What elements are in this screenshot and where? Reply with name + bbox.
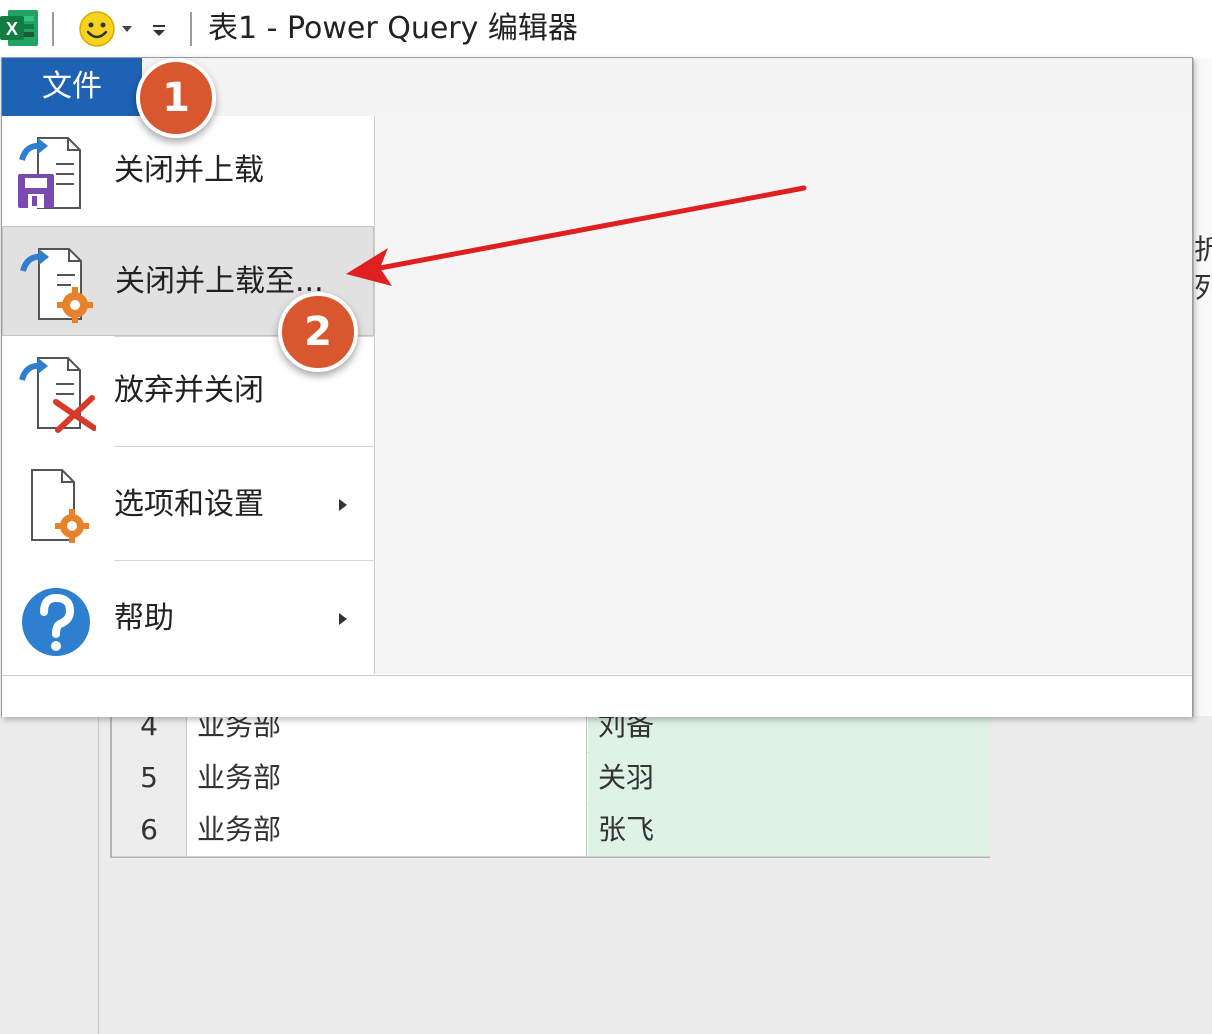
queries-pane-border [98, 716, 99, 1034]
table-cell-name[interactable]: 关羽 [588, 752, 990, 804]
chevron-right-icon [339, 613, 347, 625]
chevron-right-icon [339, 499, 347, 511]
menu-item-label: 放弃并关闭 [114, 373, 264, 408]
table-row[interactable]: 5 业务部 关羽 [112, 752, 990, 805]
menu-divider [114, 446, 374, 447]
table-cell-name[interactable]: 张飞 [588, 804, 990, 856]
discard-and-close-icon [19, 357, 96, 433]
file-menu: 文件 关闭并上载 关闭并上载至... 放弃并关闭 选项和设置 帮助 [1, 57, 1193, 717]
toolbar-separator [190, 12, 192, 46]
title-bar: X 表1 - Power Query 编辑器 [0, 0, 1212, 58]
file-menu-commands: 关闭并上载 关闭并上载至... 放弃并关闭 选项和设置 帮助 [2, 116, 375, 674]
options-settings-item[interactable]: 选项和设置 [2, 450, 374, 560]
help-icon [22, 588, 90, 656]
step-1-badge: 1 [136, 58, 216, 138]
options-settings-icon [31, 469, 89, 543]
row-number: 5 [112, 752, 187, 804]
smiley-feedback-icon[interactable] [78, 10, 116, 48]
file-tab[interactable]: 文件 [2, 58, 142, 116]
file-menu-content-pane [375, 116, 1192, 674]
menu-divider [114, 560, 374, 561]
help-item[interactable]: 帮助 [2, 564, 374, 674]
menu-item-label: 帮助 [114, 601, 174, 636]
svg-text:X: X [6, 19, 18, 39]
customize-toolbar-icon[interactable] [150, 20, 168, 40]
step-2-badge: 2 [278, 292, 358, 372]
menu-footer [2, 675, 1192, 717]
table-cell-dept[interactable]: 业务部 [187, 752, 587, 804]
table-cell-dept[interactable]: 业务部 [187, 804, 587, 856]
menu-item-label: 选项和设置 [114, 487, 264, 522]
excel-icon[interactable]: X [0, 8, 38, 48]
ribbon-label-fragment: 折 [1194, 233, 1212, 266]
data-grid: 4 业务部 刘备 5 业务部 关羽 6 业务部 张飞 [110, 700, 990, 858]
close-and-load-icon [18, 137, 81, 209]
window-title: 表1 - Power Query 编辑器 [208, 11, 578, 46]
close-and-load-to-icon [20, 248, 93, 323]
table-row[interactable]: 6 业务部 张飞 [112, 804, 990, 857]
chevron-down-icon[interactable] [121, 24, 133, 34]
row-number: 6 [112, 804, 187, 856]
ribbon-label-fragment: 列 [1194, 271, 1212, 304]
ribbon-remnant: 折 列 [1193, 58, 1212, 716]
toolbar-separator [52, 12, 54, 46]
